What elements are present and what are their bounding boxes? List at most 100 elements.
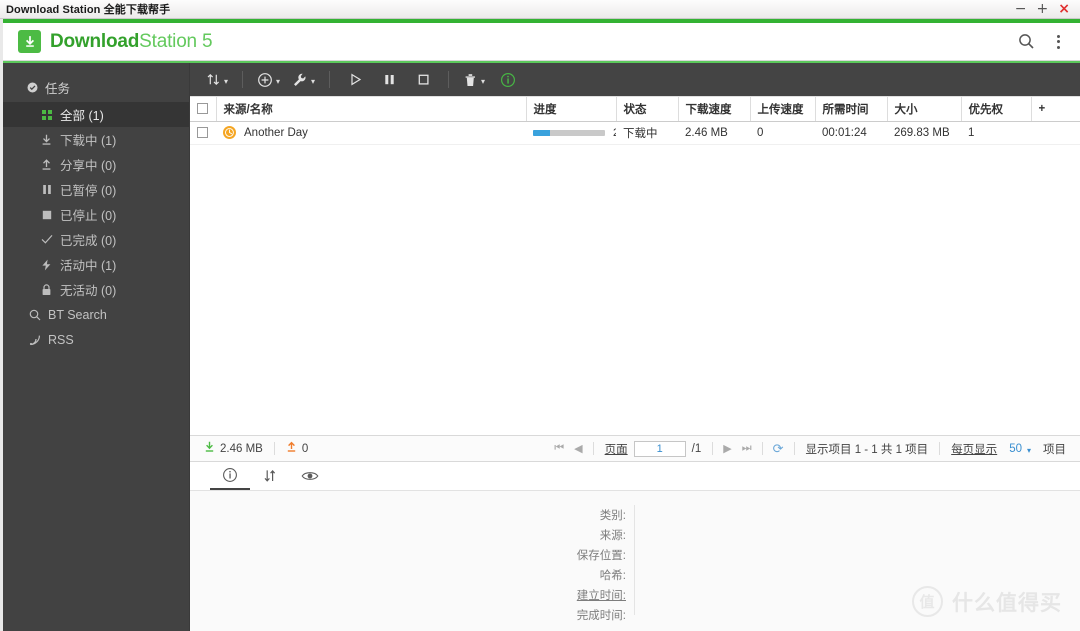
- column-header-name[interactable]: 来源/名称: [216, 97, 527, 122]
- per-page-select[interactable]: 50 ▾: [1003, 443, 1037, 455]
- download-arrow-icon: [204, 441, 215, 456]
- status-divider: [761, 442, 763, 455]
- per-page-label: 每页显示: [951, 443, 998, 456]
- row-name-cell: Another Day: [216, 121, 526, 145]
- task-grid: 来源/名称 进度 状态 下载速度 上传速度 所需时间 大小 优先权 + Anot…: [190, 97, 1080, 145]
- sidebar-item-completed[interactable]: 已完成 (0): [0, 227, 189, 252]
- row-checkbox[interactable]: [197, 126, 208, 138]
- row-size-cell: 269.83 MB: [887, 121, 961, 145]
- sidebar-item-downloading[interactable]: 下载中 (1): [0, 127, 189, 152]
- column-header-priority[interactable]: 优先权: [961, 97, 1032, 122]
- sidebar-item-all[interactable]: 全部 (1): [0, 102, 189, 127]
- maximize-button[interactable]: +: [1037, 2, 1049, 16]
- sidebar-item-active[interactable]: 活动中 (1): [0, 252, 189, 277]
- detail-field-created-time: 建立时间:: [190, 585, 626, 605]
- lock-icon: [40, 283, 53, 296]
- tab-peers[interactable]: [290, 463, 330, 490]
- prev-page-button[interactable]: ◀: [569, 442, 587, 455]
- refresh-button[interactable]: ⟳: [768, 441, 789, 457]
- pagination-controls: ⏮ ◀ 页面 /1 ▶ ⏭ ⟳ 显示项目 1 - 1 共 1 项目 每页显示: [549, 440, 1072, 457]
- row-status-cell: 下载中: [616, 121, 678, 145]
- minimize-button[interactable]: −: [1015, 2, 1027, 16]
- sidebar-item-label: 分享中 (0): [60, 159, 117, 173]
- row-spacer-cell: [1031, 121, 1080, 145]
- sidebar-group-label: 任务: [45, 82, 71, 96]
- upload-icon: [40, 158, 53, 171]
- sidebar-item-stopped[interactable]: 已停止 (0): [0, 202, 189, 227]
- main-body: 任务 全部 (1) 下载中 (1) 分享中 (0) 已暂停 (0) 已停止 (0…: [0, 63, 1080, 631]
- start-button[interactable]: [338, 68, 372, 92]
- upload-total-value: 0: [301, 442, 309, 455]
- page-input[interactable]: [633, 440, 686, 457]
- page-title: DownloadStation 5: [50, 30, 213, 53]
- sidebar-item-seeding[interactable]: 分享中 (0): [0, 152, 189, 177]
- status-divider: [939, 442, 941, 455]
- tab-general-info[interactable]: [210, 463, 250, 490]
- item-range-label: 显示项目 1 - 1 共 1 项目: [805, 443, 929, 456]
- column-header-progress[interactable]: 进度: [526, 97, 617, 122]
- sort-caret-icon: ▾: [224, 76, 229, 86]
- detail-field-label: 来源:: [599, 530, 626, 542]
- column-header-status[interactable]: 状态: [616, 97, 679, 122]
- search-icon[interactable]: [1018, 33, 1035, 50]
- sort-button[interactable]: ▾: [200, 68, 234, 92]
- detail-field-label: 哈希:: [599, 570, 626, 582]
- sidebar-item-bt-search[interactable]: BT Search: [0, 302, 189, 327]
- sidebar-item-rss[interactable]: RSS: [0, 327, 189, 352]
- page-label: 页面: [604, 443, 628, 456]
- main-panel: ▾ ▾ ▾ ▾ 来源/名称 进度 状态 下载速度 上传速度 所需时间 大小 优先…: [190, 63, 1080, 631]
- info-button[interactable]: [491, 68, 525, 92]
- status-divider: [793, 442, 795, 455]
- sidebar-item-paused[interactable]: 已暂停 (0): [0, 177, 189, 202]
- select-all-checkbox[interactable]: [197, 103, 208, 115]
- row-progress-cell: 23%: [526, 121, 616, 145]
- watermark: 值 什么值得买: [912, 586, 1062, 617]
- toolbar-divider: [448, 71, 450, 88]
- sidebar-item-label: 下载中 (1): [60, 134, 117, 148]
- column-header-size[interactable]: 大小: [887, 97, 962, 122]
- toolbar-divider: [242, 71, 244, 88]
- download-icon: [40, 134, 53, 146]
- sidebar-item-inactive[interactable]: 无活动 (0): [0, 277, 189, 302]
- sidebar-item-label: 全部 (1): [60, 109, 104, 123]
- sidebar-item-label: 无活动 (0): [60, 284, 117, 298]
- app-header: DownloadStation 5: [0, 23, 1080, 61]
- close-button[interactable]: ×: [1058, 2, 1070, 16]
- table-row[interactable]: Another Day 23% 下载中 2.46 MB: [190, 121, 1080, 145]
- tasks-check-icon: [26, 82, 39, 93]
- torrent-file-icon: [223, 126, 236, 139]
- stop-icon: [40, 210, 53, 220]
- column-header-download-speed[interactable]: 下载速度: [678, 97, 751, 122]
- next-page-button[interactable]: ▶: [718, 442, 736, 455]
- pause-button[interactable]: [372, 68, 406, 92]
- detail-field-label: 类别:: [599, 510, 626, 522]
- column-header-upload-speed[interactable]: 上传速度: [750, 97, 816, 122]
- select-all-header[interactable]: [190, 97, 217, 122]
- tab-transfer[interactable]: [250, 463, 290, 490]
- row-select-cell[interactable]: [190, 121, 216, 145]
- per-page-caret-icon: ▾: [1026, 445, 1031, 455]
- watermark-text: 什么值得买: [952, 591, 1062, 615]
- add-caret-icon: ▾: [276, 76, 281, 86]
- rss-icon: [28, 334, 41, 346]
- add-column-button[interactable]: +: [1031, 97, 1080, 122]
- column-header-eta[interactable]: 所需时间: [815, 97, 888, 122]
- delete-caret-icon: ▾: [481, 76, 486, 86]
- first-page-button[interactable]: ⏮: [549, 442, 569, 455]
- settings-wrench-button[interactable]: ▾: [286, 68, 321, 92]
- add-task-button[interactable]: ▾: [251, 68, 286, 92]
- detail-body: 类别: 来源: 保存位置: 哈希: 建立时间: 完成时间: 值 什么值得买: [190, 491, 1080, 631]
- delete-button[interactable]: ▾: [457, 68, 491, 92]
- sidebar-item-label: 已停止 (0): [60, 209, 117, 223]
- sidebar-item-label: 活动中 (1): [60, 259, 117, 273]
- brand-name-bold: Download: [50, 30, 140, 52]
- stop-button[interactable]: [406, 68, 440, 92]
- download-total-value: 2.46 MB: [220, 442, 263, 455]
- check-icon: [40, 234, 53, 245]
- last-page-button[interactable]: ⏭: [737, 442, 757, 455]
- kebab-menu-icon[interactable]: [1053, 33, 1064, 51]
- items-label: 项目: [1043, 443, 1066, 456]
- bolt-icon: [40, 259, 53, 271]
- watermark-badge: 值: [912, 586, 943, 617]
- row-priority-cell: 1: [961, 121, 1031, 145]
